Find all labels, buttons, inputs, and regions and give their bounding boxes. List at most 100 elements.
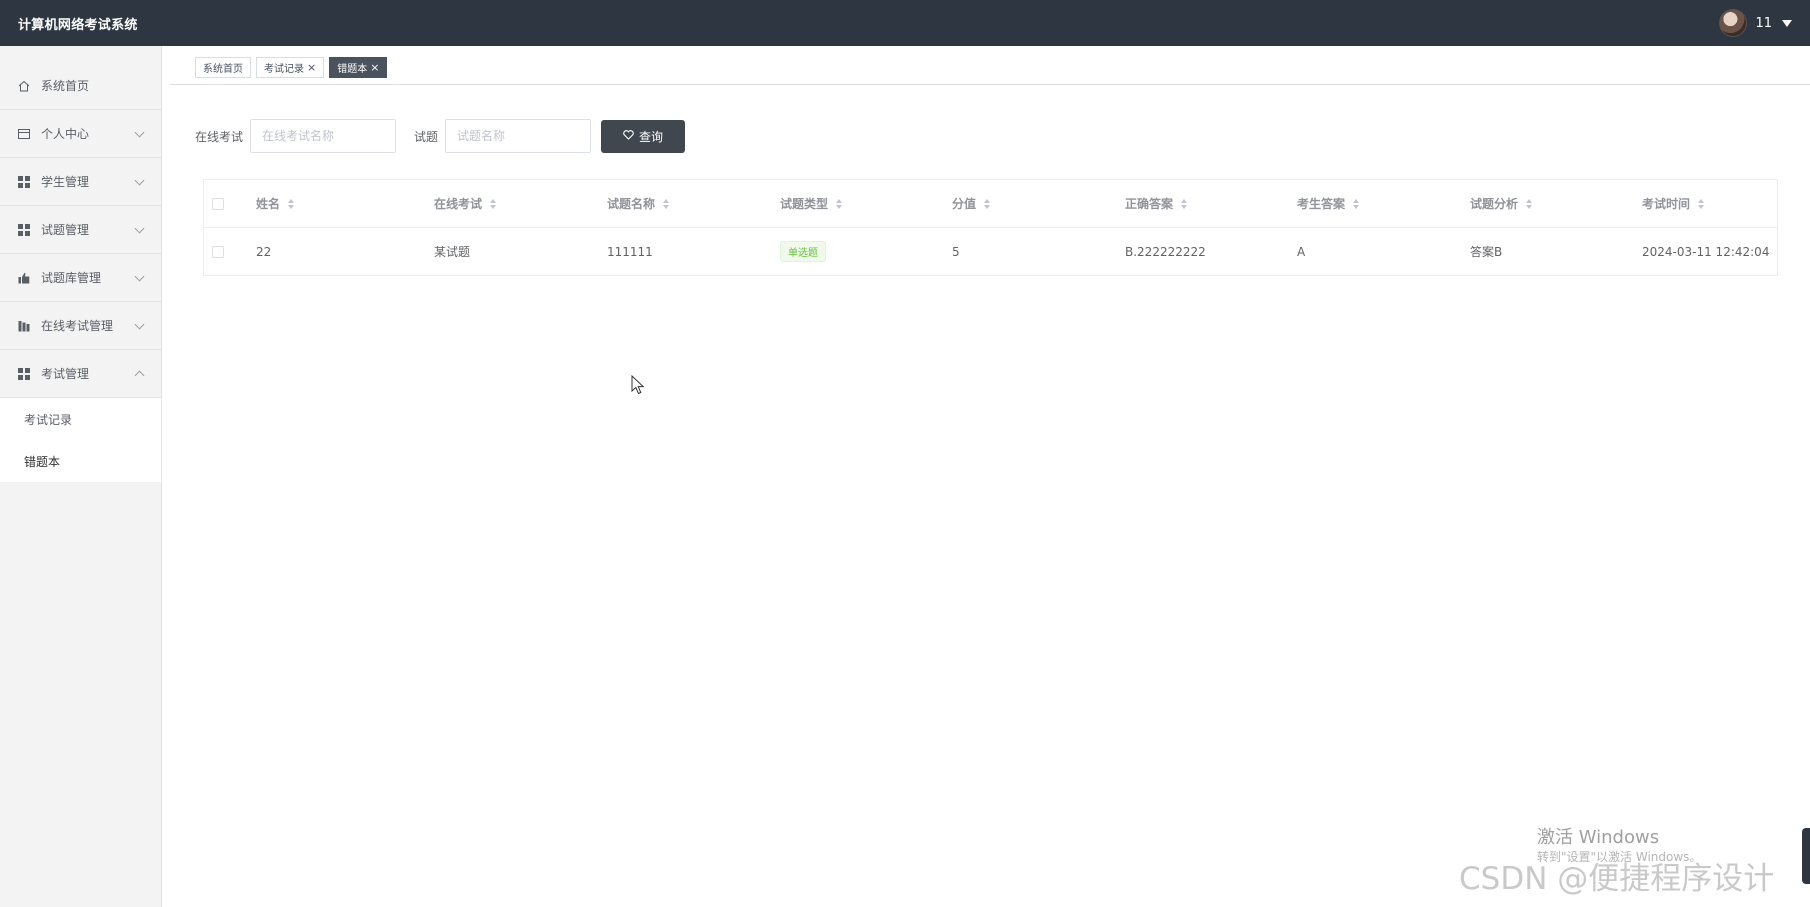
sidebar-item-home[interactable]: 系统首页 [0,62,161,110]
sort-icon[interactable] [288,198,295,209]
top-bar: 计算机网络考试系统 11 [0,0,1810,46]
chevron-down-icon [134,271,145,282]
sidebar-item-label: 考试记录 [24,412,73,427]
tag-home[interactable]: 系统首页 [195,56,251,78]
sidebar-item-student-management[interactable]: 学生管理 [0,158,161,206]
close-icon[interactable]: × [370,61,379,74]
column-header: 考生答案 [1297,197,1346,211]
tag-label: 考试记录 [264,63,304,75]
sort-icon[interactable] [1353,198,1360,209]
sort-icon[interactable] [490,198,497,209]
caret-down-icon[interactable] [1782,19,1792,27]
user-menu[interactable]: 11 [1719,9,1792,37]
col-exam[interactable]: 在线考试 [434,195,607,212]
sidebar-item-question-management[interactable]: 试题管理 [0,206,161,254]
sort-icon[interactable] [984,198,991,209]
cell-score: 5 [952,244,960,259]
query-button[interactable]: 查询 [601,119,686,153]
col-analysis[interactable]: 试题分析 [1470,195,1642,212]
sidebar-item-label: 学生管理 [41,175,90,189]
sidebar-item-exam-management[interactable]: 考试管理 [0,350,161,398]
chevron-down-icon [134,175,145,186]
csdn-watermark: CSDN @便捷程序设计 [1459,861,1775,897]
grid-icon [18,223,30,236]
col-student-answer[interactable]: 考生答案 [1297,195,1470,212]
col-score[interactable]: 分值 [952,195,1125,212]
col-type[interactable]: 试题类型 [780,195,952,212]
query-button-label: 查询 [639,129,664,144]
sidebar-item-label: 考试管理 [41,367,90,381]
cell-correct-answer: B.222222222 [1125,244,1206,259]
mouse-cursor-icon [631,374,645,399]
column-header: 分值 [952,197,977,211]
side-widget-tab[interactable] [1802,828,1810,884]
tag-wrong-questions[interactable]: 错题本 × [329,56,388,78]
avatar[interactable] [1719,9,1748,37]
question-type-badge: 单选题 [780,241,826,262]
cell-exam-time: 2024-03-11 12:42:04 [1642,244,1770,259]
question-label: 试题 [414,129,439,144]
grid-icon [18,175,30,188]
heart-icon [623,129,634,143]
exam-management-submenu: 考试记录 错题本 [0,398,161,482]
home-icon [18,80,30,92]
exam-label: 在线考试 [195,129,244,144]
sidebar-item-label: 在线考试管理 [41,319,114,333]
sidebar-item-label: 系统首页 [41,79,90,93]
select-all-checkbox[interactable] [212,197,224,210]
col-question[interactable]: 试题名称 [607,195,780,212]
col-correct-answer[interactable]: 正确答案 [1125,195,1297,212]
tag-label: 错题本 [337,63,368,75]
sort-icon[interactable] [836,198,843,209]
thumb-icon [18,272,30,284]
tags-view-bar: 系统首页 考试记录 × 错题本 × [170,46,1810,85]
close-icon[interactable]: × [307,61,316,74]
column-header: 考试时间 [1642,197,1691,211]
chevron-down-icon [134,127,145,138]
tag-label: 系统首页 [203,63,243,75]
sidebar-item-label: 试题库管理 [41,271,102,285]
table-header-row: 姓名 在线考试 试题名称 试题类型 分值 正确答案 考生答案 试题分析 考试时间 [204,180,1777,228]
column-header: 试题名称 [607,197,656,211]
exam-name-input[interactable] [250,119,397,153]
wrong-questions-table: 姓名 在线考试 试题名称 试题类型 分值 正确答案 考生答案 试题分析 考试时间… [203,179,1778,276]
chevron-up-icon [134,370,145,381]
sidebar-item-question-bank-management[interactable]: 试题库管理 [0,254,161,302]
chevron-down-icon [134,223,145,234]
sidebar-item-label: 个人中心 [41,127,90,141]
sidebar-subitem-exam-records[interactable]: 考试记录 [0,398,161,440]
cell-question: 111111 [607,244,653,259]
main-content: 系统首页 考试记录 × 错题本 × 在线考试 试题 查询 姓名 在线考试 试题名… [170,46,1810,907]
sort-icon[interactable] [1698,198,1705,209]
windows-activation-title: 激活 Windows [1537,827,1660,848]
sidebar-item-label: 错题本 [24,454,61,469]
cell-student-answer: A [1297,244,1306,259]
tag-exam-records[interactable]: 考试记录 × [256,56,325,78]
cell-name: 22 [256,244,272,259]
sort-icon[interactable] [1526,198,1533,209]
question-name-input[interactable] [445,119,592,153]
sidebar-item-online-exam-management[interactable]: 在线考试管理 [0,302,161,350]
column-header: 在线考试 [434,197,483,211]
sidebar-item-label: 试题管理 [41,223,90,237]
sidebar-subitem-wrong-questions[interactable]: 错题本 [0,440,161,482]
row-checkbox[interactable] [212,245,224,258]
sidebar-item-personal-center[interactable]: 个人中心 [0,110,161,158]
col-name[interactable]: 姓名 [256,195,434,212]
column-header: 试题分析 [1470,197,1519,211]
column-header: 姓名 [256,197,281,211]
sidebar: 系统首页 个人中心 学生管理 试题管理 试题库管理 在线考试管理 考试管理 考试… [0,46,162,907]
sort-icon[interactable] [1181,198,1188,209]
sort-icon[interactable] [663,198,670,209]
cell-exam: 某试题 [434,245,471,259]
chevron-down-icon [134,319,145,330]
grid-icon [18,367,30,380]
username[interactable]: 11 [1755,16,1772,31]
app-title: 计算机网络考试系统 [18,17,138,33]
col-exam-time[interactable]: 考试时间 [1642,195,1777,212]
search-form: 在线考试 试题 查询 [195,119,686,153]
bars-icon [18,320,30,332]
card-icon [18,128,30,140]
table-row[interactable]: 22 某试题 111111 单选题 5 B.222222222 A 答案B 20… [204,228,1777,276]
cell-analysis: 答案B [1470,245,1503,259]
